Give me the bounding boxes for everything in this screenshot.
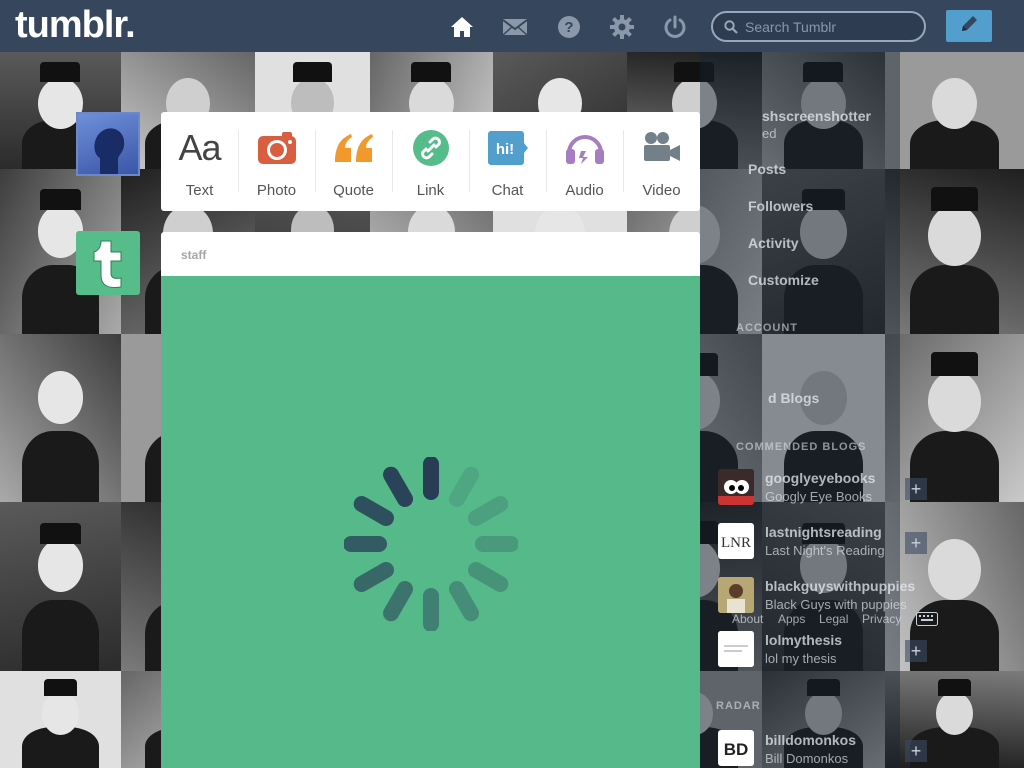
text-icon: Aa [178,127,221,168]
sidebar-blog-name[interactable]: shscreenshotter [762,108,871,124]
svg-text:hi!: hi! [495,141,513,158]
recommended-blog-sub: Googly Eye Books [765,489,872,504]
keyboard-icon[interactable] [916,612,938,631]
home-icon[interactable] [448,13,476,41]
spinner-spoke [353,562,394,592]
svg-text:?: ? [564,19,573,36]
power-icon[interactable] [661,13,689,41]
video-camera-icon [642,128,682,168]
spinner-spoke [423,457,439,500]
dashboard-post: staff [161,232,700,768]
footer-link-privacy[interactable]: Privacy [862,612,901,626]
footer-link-legal[interactable]: Legal [819,612,848,626]
blackguyswithpuppies-avatar[interactable] [718,577,754,613]
background-photo-tile [0,502,121,671]
recommended-blog-name[interactable]: blackguyswithpuppies [765,578,915,594]
sidebar-menu-followers[interactable]: Followers [748,198,813,214]
staff-avatar[interactable] [76,231,140,295]
post-content [161,276,700,768]
post-type-selector: Aa Text Photo Quote Link hi! Chat Audio [161,112,700,211]
footer-link-about[interactable]: About [732,612,763,626]
post-type-quote[interactable]: Quote [315,112,392,211]
search-box[interactable] [711,11,926,42]
spinner-spoke [475,536,518,552]
sidebar-account-label: ACCOUNT [736,322,798,334]
spinner-spoke [449,466,479,507]
recommended-blog-sub: lol my thesis [765,651,837,666]
user-avatar[interactable] [76,112,140,176]
post-type-audio[interactable]: Audio [546,112,623,211]
spinner-spoke [383,466,413,507]
spinner-spoke [383,581,413,622]
follow-plus-button[interactable]: + [905,478,927,500]
spinner-spoke [344,536,387,552]
follow-plus-button[interactable]: + [905,532,927,554]
headphones-icon [565,128,605,168]
spinner-spoke [423,588,439,631]
billdomonkos-avatar[interactable]: BD [718,730,754,766]
lastnightsreading-avatar[interactable]: LNR [718,523,754,559]
sidebar-menu-activity[interactable]: Activity [748,235,799,251]
sidebar-liked-label[interactable]: d Blogs [768,390,819,406]
lolmythesis-avatar[interactable] [718,631,754,667]
spinner-spoke [468,496,509,526]
gear-icon[interactable] [608,13,636,41]
post-type-chat[interactable]: hi! Chat [469,112,546,211]
post-type-photo[interactable]: Photo [238,112,315,211]
sidebar-blog-sub: ed [762,126,777,141]
svg-text:LNR: LNR [721,535,751,551]
follow-plus-button[interactable]: + [905,740,927,762]
recommended-blog-name[interactable]: lolmythesis [765,632,842,648]
background-photo-tile [885,169,1024,334]
background-photo-tile [0,334,121,502]
spinner-spoke [353,496,394,526]
post-type-text[interactable]: Aa Text [161,112,238,211]
loading-spinner-icon [344,457,518,631]
camera-icon [257,128,296,168]
mail-icon[interactable] [501,13,529,41]
compose-button[interactable] [946,10,992,42]
footer-link-apps[interactable]: Apps [778,612,805,626]
radar-blog-name[interactable]: billdomonkos [765,732,856,748]
googlyeyebooks-avatar[interactable] [718,469,754,505]
radar-blog-sub: Bill Domonkos [765,751,849,766]
background-photo-tile [885,334,1024,502]
post-type-video[interactable]: Video [623,112,700,211]
recommended-blog-name[interactable]: lastnightsreading [765,524,882,540]
chat-icon: hi! [487,128,528,168]
recommended-blog-sub: Last Night's Reading [765,543,885,558]
recommended-blog-name[interactable]: googlyeyebooks [765,470,875,486]
quote-icon [333,128,375,168]
svg-text:BD: BD [724,740,749,759]
search-icon [724,20,738,39]
background-photo-tile [0,671,121,768]
post-type-link[interactable]: Link [392,112,469,211]
tumblr-logo[interactable]: tumblr. [15,4,136,47]
pencil-icon [959,14,979,39]
help-icon[interactable]: ? [555,13,583,41]
spinner-spoke [449,581,479,622]
sidebar-menu-customize[interactable]: Customize [748,272,819,288]
spinner-spoke [468,562,509,592]
sidebar-recommended-label: COMMENDED BLOGS [736,441,867,453]
sidebar-radar-label: RADAR [716,700,761,712]
post-author[interactable]: staff [161,232,700,276]
follow-plus-button[interactable]: + [905,640,927,662]
sidebar-menu-posts[interactable]: Posts [748,161,786,177]
search-input[interactable] [745,18,915,36]
background-photo-tile [885,52,1024,169]
top-navigation-bar: tumblr. ? [0,0,1024,52]
link-icon [412,128,449,168]
recommended-blog-sub: Black Guys with puppies [765,597,907,612]
